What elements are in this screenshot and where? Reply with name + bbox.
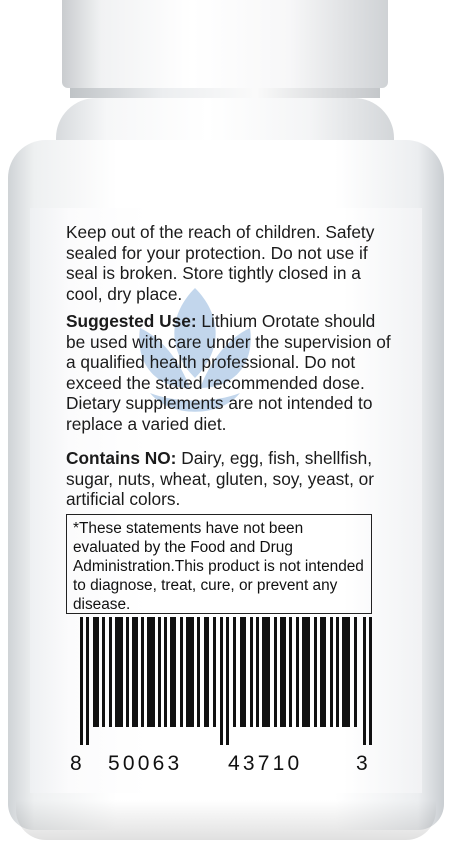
bottle-cap: [62, 0, 388, 88]
barcode-digit-last: 3: [356, 752, 371, 775]
bottle-neck: [56, 98, 394, 140]
barcode-icon: [80, 617, 372, 745]
contains-no-section: Contains NO: Dairy, egg, fish, shellfish…: [66, 448, 396, 510]
bottle-cap-ridge: [70, 88, 380, 98]
contains-no-heading: Contains NO:: [66, 448, 177, 468]
suggested-use-heading: Suggested Use:: [66, 311, 197, 331]
storage-warning: Keep out of the reach of children. Safet…: [66, 222, 375, 304]
barcode-digits-right: 43710: [228, 752, 303, 775]
bottle-bottom-shadow: [16, 800, 436, 840]
barcode-digit-first: 8: [70, 752, 85, 775]
suggested-use-section: Suggested Use: Lithium Orotate should be…: [66, 311, 396, 434]
barcode-digits-left: 50063: [108, 752, 183, 775]
fda-disclaimer-box: *These statements have not been evaluate…: [66, 514, 372, 614]
